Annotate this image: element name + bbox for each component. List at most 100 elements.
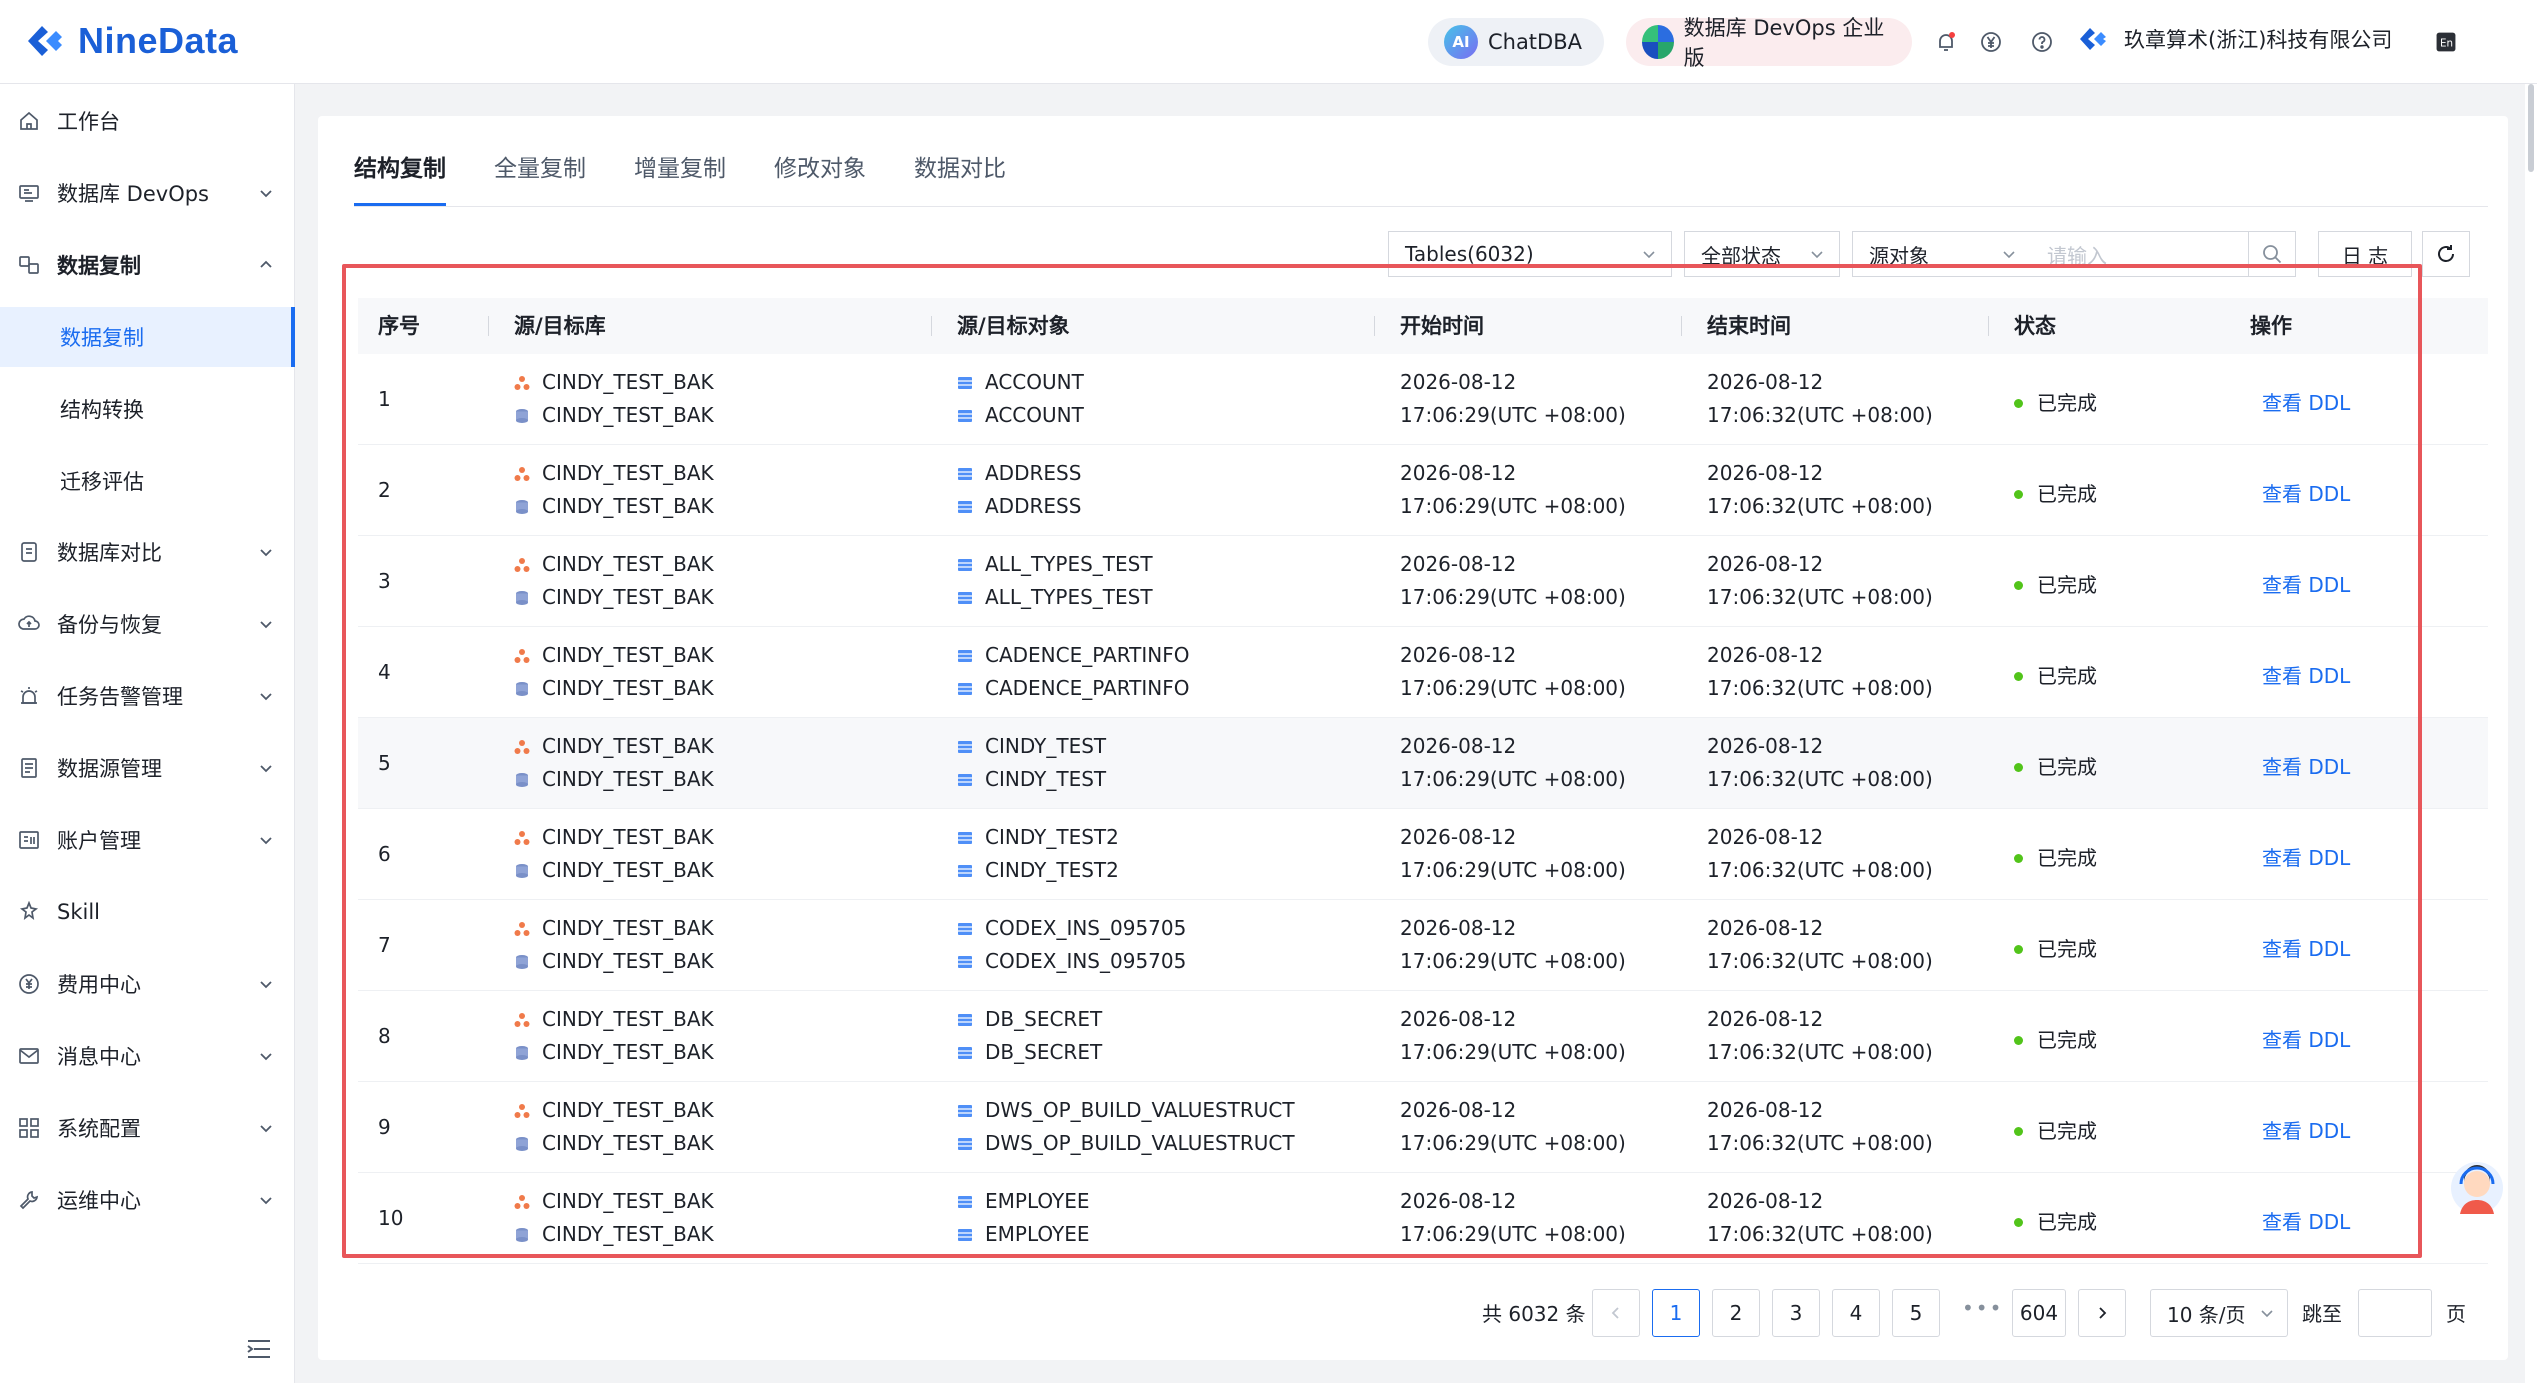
- view-ddl-link[interactable]: 查看 DDL: [2262, 478, 2350, 507]
- search-input[interactable]: 请输入: [2031, 231, 2249, 277]
- company-switcher[interactable]: 玖章算术(浙江)科技有限公司: [2076, 22, 2392, 56]
- chevron-down-icon: [260, 549, 272, 557]
- sidebar-item-replication[interactable]: 数据复制: [0, 235, 295, 295]
- chevron-up-icon: [260, 260, 272, 268]
- source-object-name: CINDY_TEST: [985, 734, 1107, 758]
- source-object: CINDY_TEST2: [957, 821, 1119, 854]
- end-time-cell: 2026-08-12 17:06:32(UTC +08:00): [1707, 457, 1933, 523]
- view-ddl-link[interactable]: 查看 DDL: [2262, 1206, 2350, 1235]
- pagination-last-page[interactable]: 604: [2012, 1289, 2066, 1337]
- target-db-icon: [516, 1137, 528, 1151]
- devops-edition-button[interactable]: 数据库 DevOps 企业版: [1626, 16, 1912, 70]
- chevron-down-icon: [1643, 251, 1655, 259]
- tab-full-replication[interactable]: 全量复制: [494, 146, 586, 206]
- row-index: 4: [378, 660, 391, 684]
- pagination-page-1[interactable]: 1: [1652, 1289, 1700, 1337]
- sidebar-item-devops[interactable]: 数据库 DevOps: [0, 163, 295, 223]
- object-type-select[interactable]: Tables(6032): [1388, 231, 1672, 277]
- collapse-sidebar-icon[interactable]: [246, 1338, 272, 1360]
- target-object-name: DWS_OP_BUILD_VALUESTRUCT: [985, 1131, 1295, 1155]
- table-row[interactable]: 4 CINDY_TEST_BAK CINDY_TEST_BAK CADENCE_PAR…: [358, 627, 2488, 718]
- source-db: CINDY_TEST_BAK: [514, 1094, 714, 1127]
- log-button[interactable]: 日 志: [2318, 231, 2412, 277]
- grid-icon: [17, 1116, 41, 1140]
- table-row[interactable]: 2 CINDY_TEST_BAK CINDY_TEST_BAK ADDRESS ADDR…: [358, 445, 2488, 536]
- view-ddl-link[interactable]: 查看 DDL: [2262, 1024, 2350, 1053]
- sidebar-item-system-config[interactable]: 系统配置: [0, 1098, 295, 1158]
- table-object-icon: [958, 1229, 972, 1241]
- table-row[interactable]: 5 CINDY_TEST_BAK CINDY_TEST_BAK CINDY_TEST C…: [358, 718, 2488, 809]
- sidebar-item-ops-center[interactable]: 运维中心: [0, 1170, 295, 1230]
- view-ddl-link[interactable]: 查看 DDL: [2262, 660, 2350, 689]
- view-ddl-link[interactable]: 查看 DDL: [2262, 569, 2350, 598]
- sidebar-item-backup[interactable]: 备份与恢复: [0, 594, 295, 654]
- source-db: CINDY_TEST_BAK: [514, 457, 714, 490]
- tab-incremental-replication[interactable]: 增量复制: [634, 146, 726, 206]
- pagination-next-button[interactable]: [2078, 1289, 2126, 1337]
- view-ddl-link[interactable]: 查看 DDL: [2262, 933, 2350, 962]
- sidebar-item-db-compare[interactable]: 数据库对比: [0, 522, 295, 582]
- source-db-icon: [514, 376, 530, 390]
- table-row[interactable]: 1 CINDY_TEST_BAK CINDY_TEST_BAK ACCOUNT ACCO…: [358, 354, 2488, 445]
- language-icon[interactable]: En: [2432, 28, 2460, 56]
- tab-schema-replication[interactable]: 结构复制: [354, 146, 446, 206]
- start-date: 2026-08-12: [1400, 1098, 1517, 1122]
- scrollbar-thumb[interactable]: [2528, 84, 2534, 172]
- globe-icon: [1642, 25, 1674, 59]
- sidebar-item-migration-assessment[interactable]: 迁移评估: [0, 451, 295, 511]
- status-cell: 已完成: [2014, 933, 2097, 962]
- table-row[interactable]: 10 CINDY_TEST_BAK CINDY_TEST_BAK EMPLOYEE EM…: [358, 1173, 2488, 1264]
- main-card: 结构复制 全量复制 增量复制 修改对象 数据对比 Tables(6032) 全部…: [318, 116, 2508, 1360]
- table-row[interactable]: 7 CINDY_TEST_BAK CINDY_TEST_BAK CODEX_INS_0…: [358, 900, 2488, 991]
- sidebar-item-account[interactable]: 账户管理: [0, 810, 295, 870]
- bell-icon[interactable]: [1934, 30, 1958, 54]
- status-select[interactable]: 全部状态: [1684, 231, 1840, 277]
- help-icon[interactable]: [2030, 30, 2054, 54]
- object-cell: ALL_TYPES_TEST ALL_TYPES_TEST: [957, 548, 1153, 614]
- sidebar-item-datasource[interactable]: 数据源管理: [0, 738, 295, 798]
- search-button[interactable]: [2248, 231, 2296, 277]
- target-db: CINDY_TEST_BAK: [514, 763, 714, 796]
- start-time: 17:06:29(UTC +08:00): [1400, 1131, 1626, 1155]
- pagination-page-5[interactable]: 5: [1892, 1289, 1940, 1337]
- pagination-ellipsis[interactable]: •••: [1962, 1296, 2003, 1320]
- tab-modify-objects[interactable]: 修改对象: [774, 146, 866, 206]
- column-divider: [1374, 316, 1375, 336]
- sidebar-item-skill[interactable]: Skill: [0, 882, 295, 942]
- sidebar-item-data-replication[interactable]: 数据复制: [0, 307, 295, 367]
- source-object: EMPLOYEE: [957, 1185, 1090, 1218]
- search-field-select[interactable]: 源对象: [1852, 231, 2032, 277]
- chevron-down-icon: [1811, 251, 1823, 259]
- table-row[interactable]: 3 CINDY_TEST_BAK CINDY_TEST_BAK ALL_TYPES_T…: [358, 536, 2488, 627]
- chevron-down-icon: [260, 190, 272, 198]
- refresh-button[interactable]: [2422, 231, 2470, 277]
- support-assistant-avatar[interactable]: [2448, 1160, 2506, 1230]
- pagination-prev-button[interactable]: [1592, 1289, 1640, 1337]
- jump-page-input[interactable]: [2358, 1289, 2432, 1337]
- pagination-page-4[interactable]: 4: [1832, 1289, 1880, 1337]
- page-scrollbar[interactable]: [2525, 84, 2537, 1383]
- view-ddl-link[interactable]: 查看 DDL: [2262, 751, 2350, 780]
- column-header-end-time: 结束时间: [1707, 314, 1791, 338]
- pagination-page-3[interactable]: 3: [1772, 1289, 1820, 1337]
- tab-data-compare[interactable]: 数据对比: [914, 146, 1006, 206]
- table-row[interactable]: 9 CINDY_TEST_BAK CINDY_TEST_BAK DWS_OP_BUIL…: [358, 1082, 2488, 1173]
- sidebar-item-schema-conversion[interactable]: 结构转换: [0, 379, 295, 439]
- sidebar-item-messages[interactable]: 消息中心: [0, 1026, 295, 1086]
- sidebar-item-label: 数据库 DevOps: [57, 182, 209, 206]
- table-row[interactable]: 6 CINDY_TEST_BAK CINDY_TEST_BAK CINDY_TEST2…: [358, 809, 2488, 900]
- yen-icon[interactable]: [1979, 30, 2003, 54]
- view-ddl-link[interactable]: 查看 DDL: [2262, 387, 2350, 416]
- chatdba-button[interactable]: AI ChatDBA: [1428, 18, 1604, 66]
- sidebar-item-billing[interactable]: 费用中心: [0, 954, 295, 1014]
- pagination-page-2[interactable]: 2: [1712, 1289, 1760, 1337]
- view-ddl-link[interactable]: 查看 DDL: [2262, 1115, 2350, 1144]
- source-db-name: CINDY_TEST_BAK: [542, 643, 714, 667]
- page-size-select[interactable]: 10 条/页: [2150, 1289, 2288, 1337]
- sidebar-item-workbench[interactable]: 工作台: [0, 91, 295, 151]
- table-row[interactable]: 8 CINDY_TEST_BAK CINDY_TEST_BAK DB_SECRET DB…: [358, 991, 2488, 1082]
- nine-data-logo[interactable]: NineData: [22, 18, 238, 64]
- view-ddl-link[interactable]: 查看 DDL: [2262, 842, 2350, 871]
- sidebar-item-task-alarm[interactable]: 任务告警管理: [0, 666, 295, 726]
- target-db-icon: [516, 773, 528, 787]
